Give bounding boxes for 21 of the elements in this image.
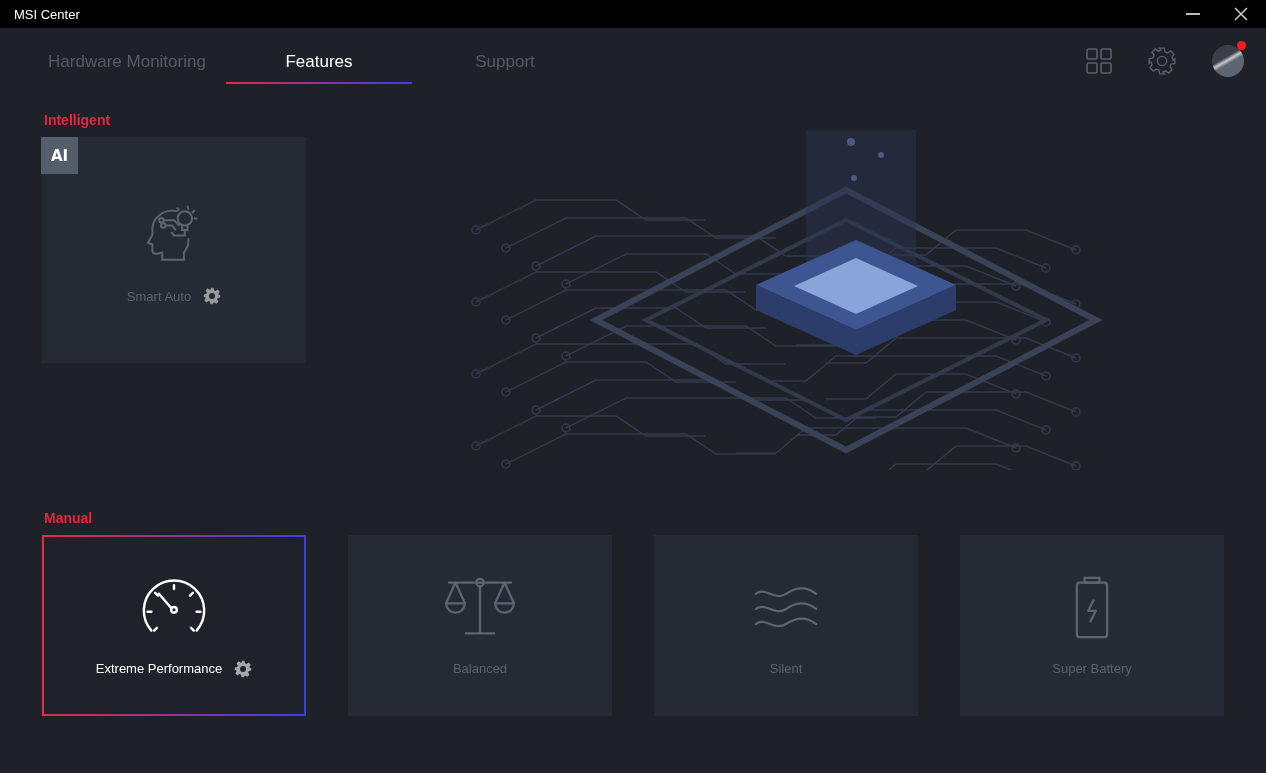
nav-tab[interactable]: Support (412, 38, 598, 84)
mode-card[interactable]: Balanced (348, 535, 612, 716)
nav-tab[interactable]: Hardware Monitoring (28, 38, 226, 84)
settings-icon[interactable] (203, 287, 222, 305)
mode-card[interactable]: Extreme Performance (42, 535, 306, 716)
settings-icon[interactable] (234, 659, 253, 678)
grid-icon[interactable] (1086, 48, 1112, 74)
mode-label: Balanced (452, 661, 508, 676)
mode-card[interactable]: Super Battery (960, 535, 1224, 716)
mode-label: Smart Auto (126, 288, 192, 304)
section-title: Intelligent (44, 112, 112, 128)
mode-card[interactable]: AI Smart Auto (42, 137, 306, 363)
close-icon[interactable] (1234, 7, 1248, 21)
mode-label: Silent (769, 661, 803, 676)
window-title: MSI Center (14, 6, 80, 22)
mode-label: Super Battery (1052, 661, 1132, 676)
nav-tab[interactable]: Features (226, 38, 412, 84)
mode-card[interactable]: Silent (654, 535, 918, 716)
section-title: Manual (44, 510, 94, 526)
mode-label: Extreme Performance (95, 661, 223, 676)
ai-badge: AI (41, 137, 78, 174)
